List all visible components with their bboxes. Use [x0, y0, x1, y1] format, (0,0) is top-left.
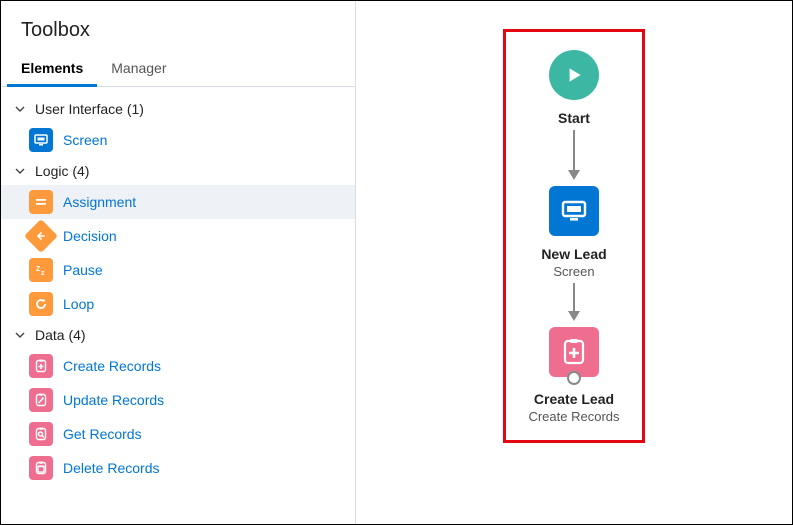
flow-node-create-lead[interactable]: Create Lead Create Records: [528, 327, 619, 424]
element-loop[interactable]: Loop: [1, 287, 355, 321]
flow-connector: [568, 283, 580, 321]
update-records-icon: [29, 388, 53, 412]
decision-icon: [24, 219, 58, 253]
category-label: User Interface (1): [35, 101, 144, 117]
element-update-records[interactable]: Update Records: [1, 383, 355, 417]
category-user-interface[interactable]: User Interface (1): [1, 95, 355, 123]
end-indicator-icon: [567, 371, 581, 385]
toolbox-title: Toolbox: [1, 1, 355, 52]
chevron-down-icon: [13, 102, 27, 116]
element-label: Loop: [63, 296, 94, 312]
node-title: Create Lead: [534, 391, 614, 407]
element-get-records[interactable]: Get Records: [1, 417, 355, 451]
flow-node-new-lead[interactable]: New Lead Screen: [541, 186, 606, 279]
element-delete-records[interactable]: Delete Records: [1, 451, 355, 485]
flow-node-start[interactable]: Start: [549, 50, 599, 126]
tab-elements[interactable]: Elements: [7, 52, 97, 86]
element-screen[interactable]: Screen: [1, 123, 355, 157]
element-label: Update Records: [63, 392, 164, 408]
element-label: Create Records: [63, 358, 161, 374]
element-decision[interactable]: Decision: [1, 219, 355, 253]
node-title: New Lead: [541, 246, 606, 262]
category-label: Logic (4): [35, 163, 89, 179]
delete-records-icon: [29, 456, 53, 480]
assignment-icon: [29, 190, 53, 214]
category-logic[interactable]: Logic (4): [1, 157, 355, 185]
toolbox-sidebar: Toolbox Elements Manager User Interface …: [1, 1, 356, 524]
element-label: Decision: [63, 228, 117, 244]
create-records-icon: [549, 327, 599, 377]
element-assignment[interactable]: Assignment: [1, 185, 355, 219]
sidebar-tabs: Elements Manager: [1, 52, 355, 87]
element-create-records[interactable]: Create Records: [1, 349, 355, 383]
flow-highlight-region: Start New Lead Screen Create Lead Create…: [503, 29, 645, 443]
create-records-icon: [29, 354, 53, 378]
flow-canvas[interactable]: Start New Lead Screen Create Lead Create…: [356, 1, 792, 524]
element-label: Pause: [63, 262, 103, 278]
category-data[interactable]: Data (4): [1, 321, 355, 349]
node-subtitle: Screen: [553, 264, 594, 279]
chevron-down-icon: [13, 164, 27, 178]
elements-list: User Interface (1) Screen Logic (4) Assi…: [1, 87, 355, 485]
svg-text:z: z: [41, 270, 45, 277]
element-label: Screen: [63, 132, 107, 148]
category-label: Data (4): [35, 327, 86, 343]
screen-icon: [549, 186, 599, 236]
tab-manager[interactable]: Manager: [97, 52, 180, 86]
element-pause[interactable]: Zz Pause: [1, 253, 355, 287]
node-subtitle: Create Records: [528, 409, 619, 424]
element-label: Get Records: [63, 426, 142, 442]
chevron-down-icon: [13, 328, 27, 342]
pause-icon: Zz: [29, 258, 53, 282]
node-title: Start: [558, 110, 590, 126]
get-records-icon: [29, 422, 53, 446]
play-icon: [549, 50, 599, 100]
flow-connector: [568, 130, 580, 180]
element-label: Delete Records: [63, 460, 160, 476]
screen-icon: [29, 128, 53, 152]
loop-icon: [29, 292, 53, 316]
element-label: Assignment: [63, 194, 136, 210]
